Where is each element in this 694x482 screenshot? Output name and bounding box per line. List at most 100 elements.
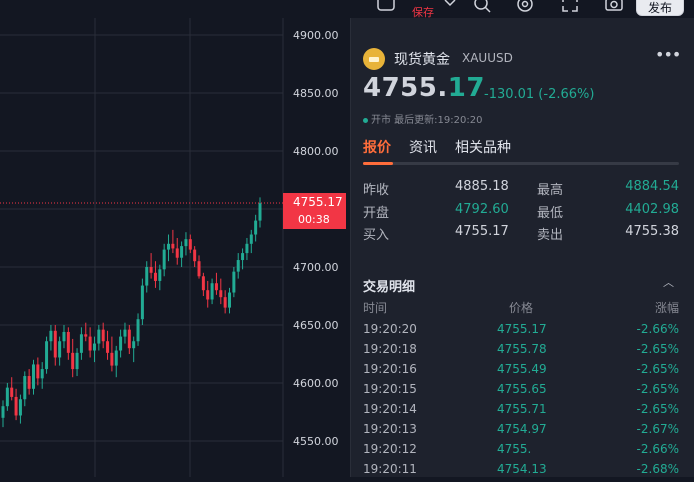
candle-body (201, 276, 205, 291)
save-button[interactable]: 保存 (412, 4, 434, 18)
quote-value: 4755.17 (455, 224, 509, 239)
quote-value: 4885.18 (455, 179, 509, 194)
price-integer: 4755. (363, 73, 448, 103)
candle-body (106, 341, 110, 353)
tab-related[interactable]: 相关品种 (455, 137, 511, 157)
candle-body (193, 249, 197, 262)
quote-row: 买入 4755.17 卖出 4755.38 (363, 224, 679, 244)
table-row: 19:20:12 4755. -2.66% (363, 442, 679, 462)
trade-change: -2.65% (636, 382, 679, 396)
price-change: -130.01 (-2.66%) (484, 87, 595, 102)
y-tick-label: 4800.00 (293, 145, 339, 158)
table-row: 19:20:14 4755.71 -2.65% (363, 402, 679, 422)
trade-price: 4755.78 (497, 342, 547, 356)
top-toolbar: 保存 发布 (0, 0, 694, 18)
status-dot-icon (363, 117, 368, 123)
candle-body (180, 246, 184, 258)
candle-body (140, 285, 144, 320)
candle-body (241, 253, 245, 261)
candle-body (136, 319, 140, 342)
table-row: 19:20:11 4754.13 -2.68% (363, 462, 679, 482)
tab-news[interactable]: 资讯 (409, 137, 437, 157)
quote-value: 4792.60 (455, 202, 509, 217)
chevron-down-icon[interactable] (443, 0, 457, 10)
price-chart[interactable]: 4900.004850.004800.004750.004700.004650.… (0, 18, 346, 477)
quote-label: 昨收 (363, 183, 390, 198)
tab-quote[interactable]: 报价 (363, 137, 391, 157)
candle-body (1, 406, 5, 418)
candle-body (79, 334, 83, 353)
publish-button[interactable]: 发布 (636, 0, 684, 16)
table-row: 19:20:18 4755.78 -2.65% (363, 342, 679, 362)
candle-body (88, 336, 92, 351)
candle-body (149, 267, 153, 273)
settings-icon[interactable] (515, 0, 535, 14)
candle-body (162, 249, 166, 270)
candle-body (53, 330, 57, 358)
symbol-code: XAUUSD (462, 51, 513, 65)
candle-body (197, 261, 201, 277)
candle-body (232, 271, 236, 293)
column-header-price: 价格 (509, 301, 534, 315)
table-row: 19:20:13 4754.97 -2.67% (363, 422, 679, 442)
trade-change: -2.65% (636, 342, 679, 356)
candle-body (71, 352, 75, 370)
last-price-label: 4755.17 (293, 195, 343, 209)
tab-indicator-track (363, 162, 679, 165)
trade-change: -2.68% (636, 462, 679, 476)
trade-change: -2.65% (636, 362, 679, 376)
candle-body (45, 341, 49, 370)
candle-body (27, 376, 31, 389)
more-icon[interactable]: ••• (655, 45, 681, 64)
candle-body (62, 331, 66, 342)
fullscreen-icon[interactable] (560, 0, 580, 14)
column-header-time: 时间 (363, 301, 388, 315)
y-tick-label: 4550.00 (293, 435, 339, 448)
column-header-change: 涨幅 (654, 301, 679, 315)
candle-body (206, 290, 210, 300)
trade-table-header: 时间 价格 涨幅 (363, 299, 679, 315)
window-icon[interactable] (376, 0, 396, 14)
symbol-name[interactable]: 现货黄金 (394, 49, 450, 69)
candle-body (123, 329, 127, 337)
table-row: 19:20:15 4755.65 -2.65% (363, 382, 679, 402)
trade-time: 19:20:20 (363, 322, 417, 336)
y-tick-label: 4650.00 (293, 319, 339, 332)
candle-body (171, 243, 175, 249)
candle-body (18, 399, 22, 416)
candle-body (132, 341, 136, 349)
candle-body (223, 297, 227, 308)
candle-body (245, 243, 249, 254)
candle-body (58, 341, 62, 358)
current-price: 4755.17 (363, 73, 485, 103)
candle-body (14, 396, 18, 416)
trade-change: -2.65% (636, 402, 679, 416)
quote-value: 4755.38 (625, 224, 679, 239)
trade-time: 19:20:18 (363, 342, 417, 356)
quote-row: 昨收 4885.18 最高 4884.54 (363, 179, 679, 199)
candle-body (101, 329, 105, 342)
market-status-text: 开市 最后更新:19:20:20 (371, 115, 483, 126)
table-row: 19:20:16 4755.49 -2.65% (363, 362, 679, 382)
countdown-label: 00:38 (298, 213, 330, 226)
trade-change: -2.66% (636, 322, 679, 336)
candle-body (97, 329, 101, 344)
quote-label: 卖出 (537, 228, 564, 243)
trade-price: 4755.49 (497, 362, 547, 376)
candle-body (92, 343, 96, 351)
camera-icon[interactable] (604, 0, 624, 14)
candle-body (5, 387, 9, 407)
quote-label: 最高 (537, 183, 564, 198)
search-icon[interactable] (472, 0, 492, 14)
candle-body (153, 272, 157, 281)
chevron-up-icon[interactable]: ︿ (663, 274, 674, 290)
trade-time: 19:20:15 (363, 382, 417, 396)
trade-time: 19:20:11 (363, 462, 417, 476)
candlestick-chart[interactable]: 4900.004850.004800.004750.004700.004650.… (0, 18, 346, 477)
quote-label: 开盘 (363, 206, 390, 221)
y-tick-label: 4900.00 (293, 29, 339, 42)
candle-body (10, 387, 14, 397)
candle-body (167, 243, 171, 250)
candle-body (31, 364, 35, 389)
trade-change: -2.66% (636, 442, 679, 456)
